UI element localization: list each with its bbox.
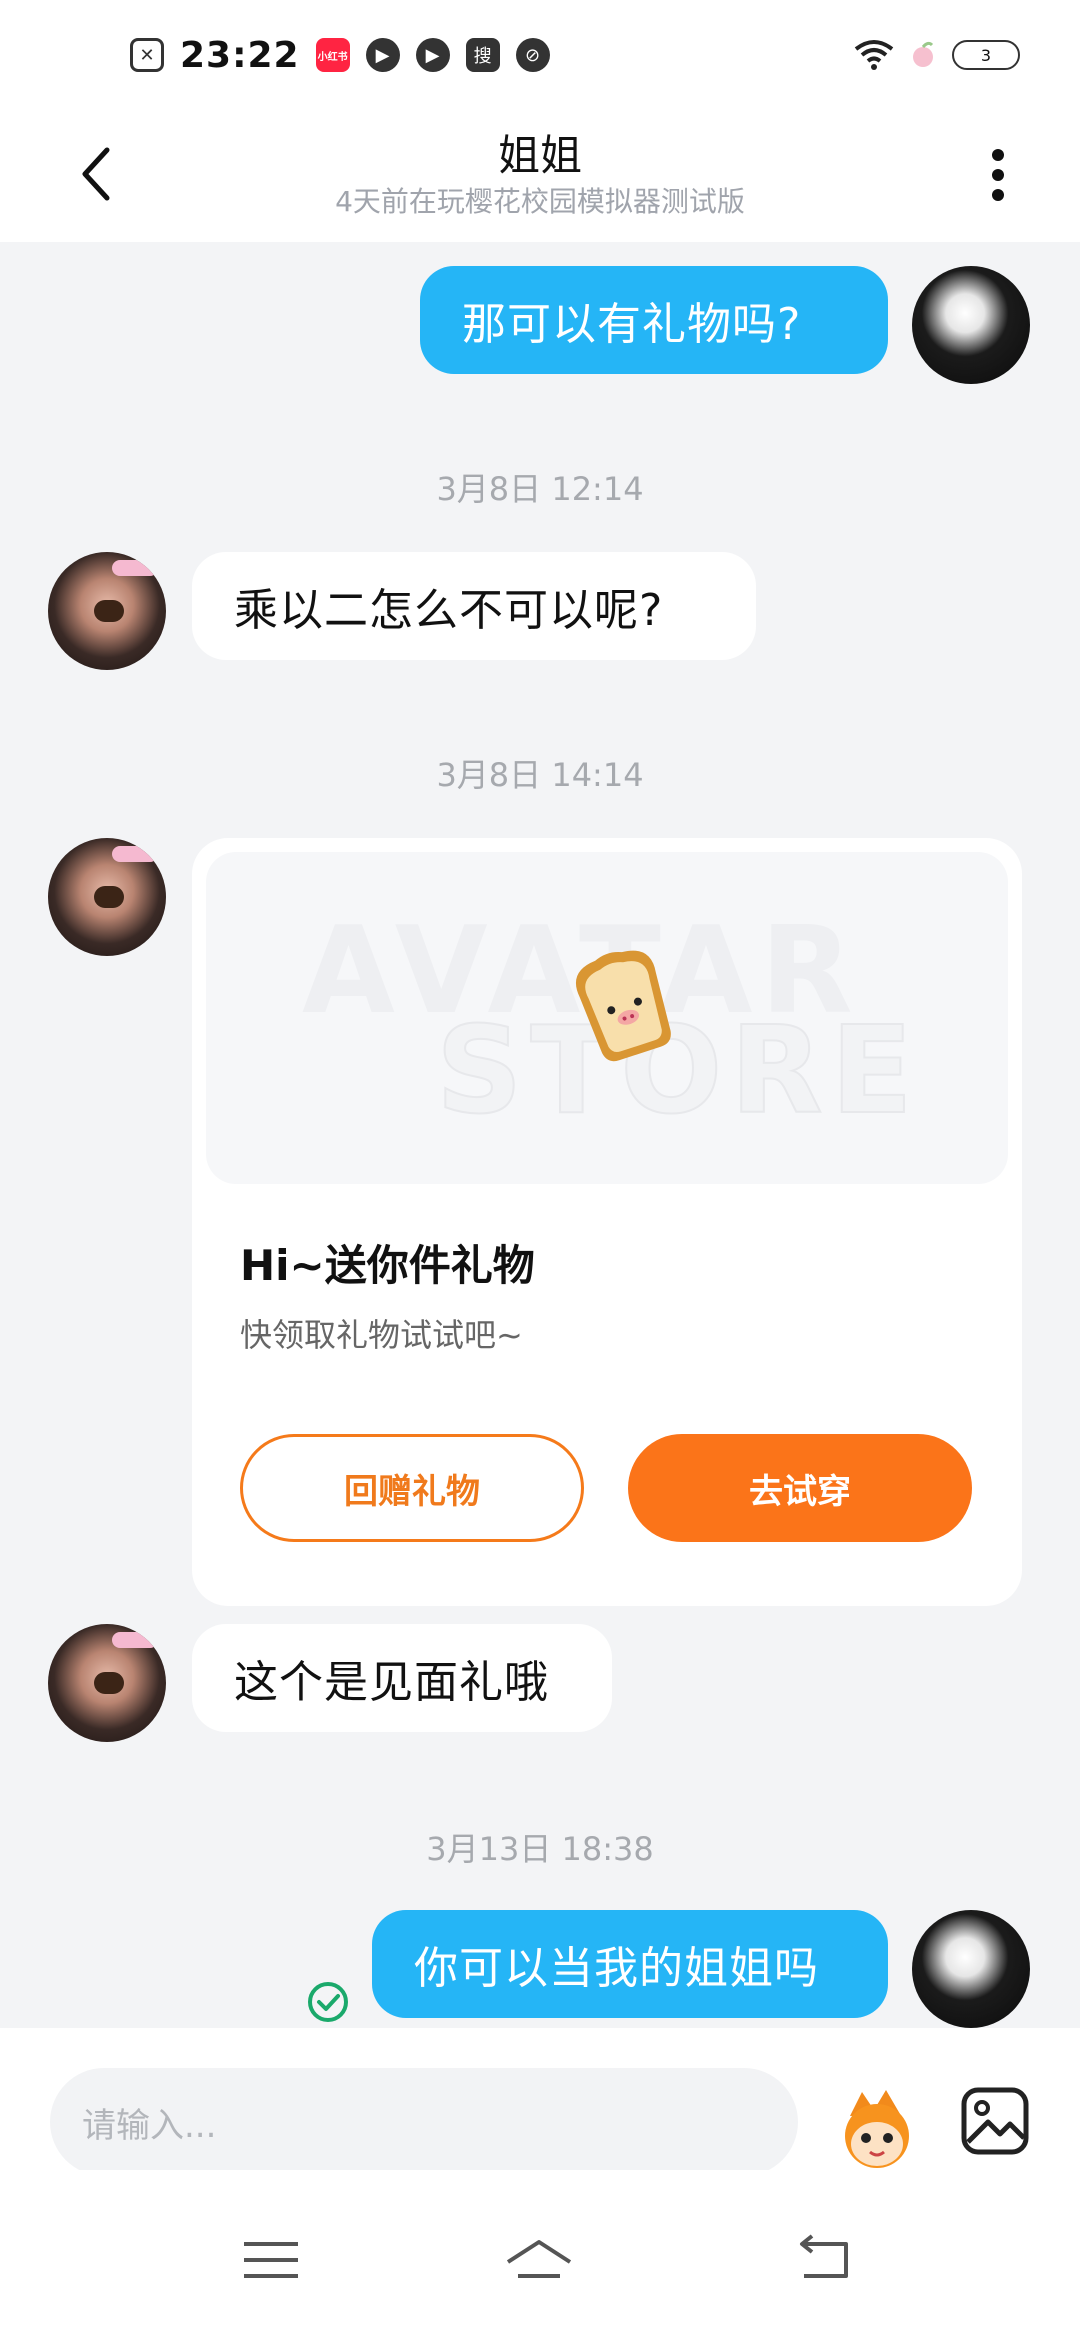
search-app-icon: 搜 [465, 38, 500, 72]
peach-icon [913, 41, 934, 67]
status-right: 3 [854, 39, 1020, 71]
wifi-icon [854, 40, 894, 70]
message-text: 这个是见面礼哦 [234, 1657, 549, 1708]
timestamp: 3月8日 14:14 [436, 756, 644, 794]
outgoing-message[interactable]: 那可以有礼物吗? [420, 266, 888, 374]
back-nav-icon[interactable] [790, 2230, 860, 2290]
watermark-store: STORE [435, 1001, 921, 1142]
chat-screen: ✕ 23:22 小红书 ▶ ▶ 搜 ⊘ 3 姐姐 4天前在玩樱花校园模拟器测试版… [0, 0, 1080, 2340]
status-left: ✕ 23:22 小红书 ▶ ▶ 搜 ⊘ [130, 35, 550, 76]
avatar-nose [94, 886, 124, 908]
outgoing-message[interactable]: 你可以当我的姐姐吗 [372, 1910, 888, 2018]
contact-avatar[interactable] [48, 838, 166, 956]
input-bar: 请输入... [0, 2028, 1080, 2176]
status-bar: ✕ 23:22 小红书 ▶ ▶ 搜 ⊘ 3 [0, 0, 1080, 110]
system-nav-bar [0, 2170, 1080, 2340]
message-text: 乘以二怎么不可以呢? [234, 585, 664, 636]
try-on-button[interactable]: 去试穿 [628, 1434, 972, 1542]
image-picker-icon[interactable] [960, 2086, 1030, 2156]
incoming-message[interactable]: 乘以二怎么不可以呢? [192, 552, 756, 660]
return-gift-button[interactable]: 回赠礼物 [240, 1434, 584, 1542]
more-vertical-icon [992, 149, 1004, 201]
toast-sticker-icon [576, 950, 671, 1062]
battery-indicator: 3 [952, 40, 1020, 70]
gift-image: AVATAR STORE [206, 852, 1008, 1184]
leaf-icon: ⊘ [515, 38, 550, 72]
contact-status: 4天前在玩樱花校园模拟器测试版 [335, 185, 745, 218]
play-icon: ▶ [415, 38, 450, 72]
sticker-mascot-icon[interactable] [834, 2086, 920, 2172]
home-icon[interactable] [504, 2230, 574, 2290]
timestamp: 3月8日 12:14 [436, 470, 644, 508]
message-list[interactable]: 那可以有礼物吗? 3月8日 12:14 乘以二怎么不可以呢? 3月8日 14:1… [0, 242, 1080, 2028]
timestamp: 3月13日 18:38 [426, 1830, 654, 1868]
contact-avatar[interactable] [48, 1624, 166, 1742]
menu-icon[interactable] [236, 2230, 306, 2290]
avatar-ears [112, 560, 158, 576]
incoming-message[interactable]: 这个是见面礼哦 [192, 1624, 612, 1732]
file-x-icon: ✕ [130, 38, 164, 72]
avatar-ears [112, 1632, 158, 1648]
sent-check-icon [308, 1982, 348, 2022]
play-icon: ▶ [365, 38, 400, 72]
avatar-nose [94, 1672, 124, 1694]
my-avatar[interactable] [912, 1910, 1030, 2028]
xiaohongshu-icon: 小红书 [315, 38, 350, 72]
gift-card[interactable]: AVATAR STORE Hi~送你件礼物 快领取礼物试试吧~ 回赠礼物 [192, 838, 1022, 1606]
contact-name: 姐姐 [497, 131, 582, 180]
avatar-nose [94, 600, 124, 622]
message-input[interactable]: 请输入... [50, 2068, 798, 2176]
contact-avatar[interactable] [48, 552, 166, 670]
chat-header: 姐姐 4天前在玩樱花校园模拟器测试版 [0, 110, 1080, 242]
gift-description: 快领取礼物试试吧~ [240, 1316, 523, 1354]
more-options-button[interactable] [968, 140, 1028, 210]
status-time: 23:22 [180, 34, 300, 76]
avatar-ears [112, 846, 158, 862]
my-avatar[interactable] [912, 266, 1030, 384]
message-text: 你可以当我的姐姐吗 [414, 1943, 819, 1994]
gift-title: Hi~送你件礼物 [240, 1241, 535, 1290]
message-text: 那可以有礼物吗? [462, 299, 802, 350]
